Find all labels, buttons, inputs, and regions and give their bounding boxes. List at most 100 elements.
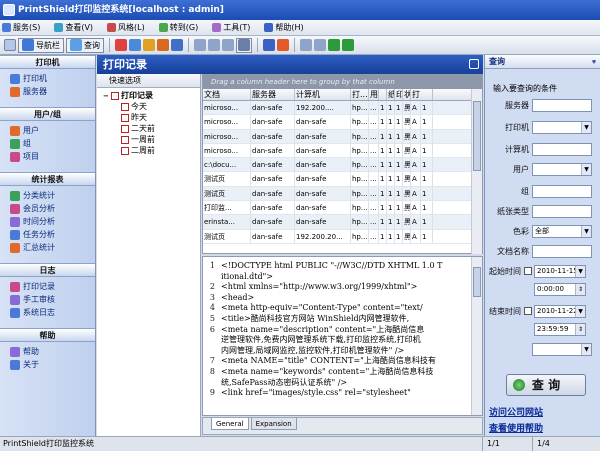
table-row[interactable]: microso... dan-safe dan-safe hp...... 1 1 1 黑 A 1: [203, 129, 471, 144]
query-field-input[interactable]: [532, 204, 592, 218]
column-header[interactable]: 打: [411, 89, 433, 100]
tree-node[interactable]: 昨天: [103, 112, 200, 123]
sidebar-section-header[interactable]: 帮助: [0, 328, 95, 342]
tree-node[interactable]: 二周前: [103, 145, 200, 156]
table-row[interactable]: 测试页 dan-safe 192.200.20... hp...... 1 1 1 黑 A 1: [203, 229, 471, 244]
query-field-input[interactable]: [532, 244, 592, 258]
computer-icon[interactable]: [129, 39, 141, 51]
table-row[interactable]: microso... dan-safe dan-safe hp...... 1 1 1 黑 A 1: [203, 143, 471, 159]
tree-root[interactable]: − 打印记录: [103, 90, 200, 101]
query-field-input[interactable]: ▼: [532, 120, 592, 134]
tree-node[interactable]: 今天: [103, 101, 200, 112]
sidebar-item[interactable]: 汇总统计: [0, 241, 95, 254]
checkbox[interactable]: [524, 307, 532, 315]
spin-icon[interactable]: ⇕: [575, 283, 585, 295]
table-row[interactable]: 打印监... dan-safe dan-safe hp...... 1 1 1 黑 A 1: [203, 201, 471, 216]
start-time-input[interactable]: 0:00:00 ⇕: [534, 282, 586, 296]
menu-item[interactable]: 工具(T): [212, 22, 250, 33]
sidebar-section-header[interactable]: 用户/组: [0, 107, 95, 121]
sidebar-item[interactable]: 分类统计: [0, 189, 95, 202]
table-row[interactable]: microso... dan-safe 192.200.... hp...... 1 1 1…: [203, 101, 471, 116]
pin-icon[interactable]: [469, 59, 479, 69]
sidebar-item[interactable]: 会员分析: [0, 202, 95, 215]
checkbox[interactable]: [524, 267, 532, 275]
menu-item[interactable]: 服务(S): [2, 22, 40, 33]
column-header[interactable]: 服务器: [251, 89, 295, 100]
sidebar-item[interactable]: 用户: [0, 124, 95, 137]
group-by-bar[interactable]: Drag a column header here to group by th…: [203, 75, 482, 89]
spin-icon[interactable]: ⇕: [575, 323, 585, 335]
company-website-link[interactable]: 访问公司网站: [489, 405, 543, 418]
column-header[interactable]: 用: [369, 89, 379, 100]
tab-general[interactable]: General: [211, 418, 249, 430]
column-header[interactable]: [379, 89, 387, 100]
chevron-down-icon[interactable]: ▼: [581, 225, 591, 237]
nav-toggle-button[interactable]: 导航栏: [18, 37, 64, 53]
sidebar-section-header[interactable]: 日志: [0, 263, 95, 277]
sidebar-item[interactable]: 打印记录: [0, 280, 95, 293]
tree-node[interactable]: 一周前: [103, 134, 200, 145]
query-field-input[interactable]: 全部 ▼: [532, 224, 592, 238]
forward-arrow-icon[interactable]: [314, 39, 326, 51]
table-row[interactable]: microso... dan-safe dan-safe hp...... 1 1 1 黑 A 1: [203, 115, 471, 130]
extra-filter-input[interactable]: ▼: [532, 342, 592, 356]
help-link[interactable]: 查看使用帮助: [489, 421, 543, 434]
menu-item[interactable]: 风格(L): [107, 22, 145, 33]
chevron-down-icon[interactable]: ▼: [581, 343, 591, 355]
menu-item[interactable]: 转到(G): [158, 22, 198, 33]
column-header[interactable]: 打...: [351, 89, 369, 100]
detail-view-icon[interactable]: [208, 39, 220, 51]
grid-scrollbar[interactable]: [471, 89, 482, 254]
list-view-icon[interactable]: [194, 39, 206, 51]
back-arrow-icon[interactable]: [300, 39, 312, 51]
query-field-input[interactable]: [532, 184, 592, 198]
scroll-thumb[interactable]: [473, 101, 481, 171]
tab-expansion[interactable]: Expansion: [250, 418, 297, 430]
table-row[interactable]: erinsta... dan-safe dan-safe hp...... 1 1 1 黑 A 1: [203, 215, 471, 230]
column-header[interactable]: 文档: [203, 89, 251, 100]
chevron-down-icon[interactable]: ▼: [581, 163, 591, 175]
column-header[interactable]: 印: [395, 89, 403, 100]
folder-icon[interactable]: [157, 39, 169, 51]
info-icon[interactable]: [263, 39, 275, 51]
column-header[interactable]: 状: [403, 89, 411, 100]
query-toggle-button[interactable]: 查询: [66, 37, 104, 53]
menu-item[interactable]: 帮助(H): [264, 22, 304, 33]
sidebar-item[interactable]: 手工审核: [0, 293, 95, 306]
query-field-input[interactable]: [532, 142, 592, 156]
refresh-icon[interactable]: [342, 39, 354, 51]
chevron-down-icon[interactable]: ▼: [581, 121, 591, 133]
query-button[interactable]: 查 询: [506, 374, 586, 396]
sidebar-item[interactable]: 任务分析: [0, 228, 95, 241]
printer-icon[interactable]: [115, 39, 127, 51]
sidebar-item[interactable]: 关于: [0, 358, 95, 371]
menu-item[interactable]: 查看(V): [54, 22, 93, 33]
chevron-down-icon[interactable]: ▼: [575, 265, 585, 277]
users-icon[interactable]: [171, 39, 183, 51]
sidebar-item[interactable]: 组: [0, 137, 95, 150]
sidebar-item[interactable]: 系统日志: [0, 306, 95, 319]
sidebar-item[interactable]: 项目: [0, 150, 95, 163]
query-field-input[interactable]: ▼: [532, 162, 592, 176]
stop-icon[interactable]: [277, 39, 289, 51]
chart-icon[interactable]: [143, 39, 155, 51]
table-row[interactable]: 测试页 dan-safe dan-safe hp...... 1 1 1 黑 A 1: [203, 172, 471, 187]
column-header[interactable]: 计算机: [295, 89, 351, 100]
column-view-icon[interactable]: [222, 39, 234, 51]
sidebar-item[interactable]: 时间分析: [0, 215, 95, 228]
table-row[interactable]: c:\docu... dan-safe dan-safe hp...... 1 1 1 黑 A 1: [203, 158, 471, 173]
chevron-down-icon[interactable]: ▼: [575, 305, 585, 317]
column-header[interactable]: 纸: [387, 89, 395, 100]
sidebar-section-header[interactable]: 打印机: [0, 55, 95, 69]
query-field-input[interactable]: [532, 98, 592, 112]
preview-scrollbar[interactable]: [471, 257, 482, 415]
sidebar-item[interactable]: 服务器: [0, 85, 95, 98]
scroll-thumb[interactable]: [473, 267, 481, 297]
sidebar-item[interactable]: 帮助: [0, 345, 95, 358]
table-row[interactable]: 测试页 dan-safe dan-safe hp...... 1 1 1 黑 A 1: [203, 186, 471, 202]
end-date-input[interactable]: 2010-11-22 ▼: [534, 304, 586, 318]
pin-icon[interactable]: ᵠ: [592, 56, 596, 70]
end-time-input[interactable]: 23:59:59 ⇕: [534, 322, 586, 336]
tree-node[interactable]: 二天前: [103, 123, 200, 134]
sidebar-section-header[interactable]: 统计报表: [0, 172, 95, 186]
